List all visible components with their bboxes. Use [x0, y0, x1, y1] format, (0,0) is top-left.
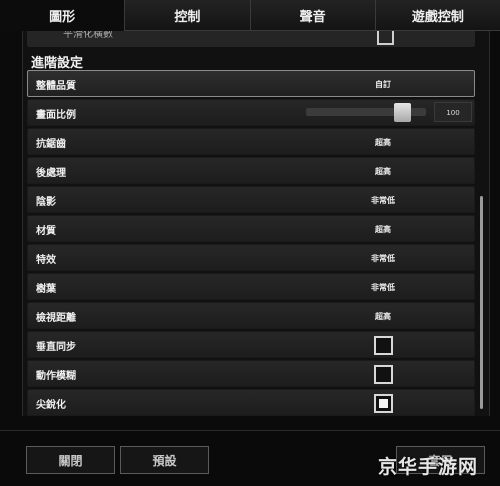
- tab-controls[interactable]: 控制: [125, 0, 251, 31]
- tab-sound[interactable]: 聲音: [250, 0, 376, 31]
- setting-row-vsync: 垂直同步: [27, 331, 475, 358]
- default-button[interactable]: 預設: [120, 446, 209, 474]
- settings-list: 整體品質 自訂 畫面比例 100 抗鋸齒 超高 後處理 超高 陰影 非常低 材質…: [27, 70, 475, 416]
- setting-label: 後處理: [36, 168, 66, 179]
- resolution-scale-slider-thumb[interactable]: [393, 103, 411, 122]
- section-title: 進階設定: [31, 56, 84, 71]
- setting-value[interactable]: 非常低: [328, 195, 438, 206]
- setting-row-sharpening: 尖銳化: [27, 389, 475, 416]
- setting-label: 整體品質: [36, 81, 76, 92]
- setting-row-anti-aliasing[interactable]: 抗鋸齒 超高: [27, 128, 475, 155]
- tab-graphics[interactable]: 圖形: [0, 0, 126, 31]
- setting-label: 檢視距離: [36, 313, 76, 324]
- setting-value[interactable]: 超高: [328, 311, 438, 322]
- setting-row-resolution-scale: 畫面比例 100: [27, 99, 475, 126]
- setting-row-post-processing[interactable]: 後處理 超高: [27, 157, 475, 184]
- setting-label: 材質: [36, 226, 56, 237]
- graphics-settings-panel: 平滑化橫數 進階設定 整體品質 自訂 畫面比例 100 抗鋸齒 超高 後處理 超…: [22, 31, 490, 416]
- setting-label: 垂直同步: [36, 342, 76, 353]
- setting-label: 畫面比例: [36, 110, 76, 121]
- setting-value[interactable]: 非常低: [328, 253, 438, 264]
- setting-label: 陰影: [36, 197, 56, 208]
- settings-scrollbar[interactable]: [480, 196, 483, 409]
- setting-label: 尖銳化: [36, 400, 66, 411]
- close-button[interactable]: 關閉: [26, 446, 115, 474]
- setting-row-textures[interactable]: 材質 超高: [27, 215, 475, 242]
- setting-label: 動作模糊: [36, 371, 76, 382]
- clipped-setting-row: 平滑化橫數: [27, 31, 475, 47]
- setting-row-motion-blur: 動作模糊: [27, 360, 475, 387]
- setting-value[interactable]: 超高: [328, 224, 438, 235]
- setting-row-overall-quality[interactable]: 整體品質 自訂: [27, 70, 475, 97]
- sharpening-checkbox[interactable]: [374, 394, 393, 413]
- setting-row-shadows[interactable]: 陰影 非常低: [27, 186, 475, 213]
- vsync-checkbox[interactable]: [374, 336, 393, 355]
- setting-row-effects[interactable]: 特效 非常低: [27, 244, 475, 271]
- setting-label: 樹葉: [36, 284, 56, 295]
- motion-blur-checkbox[interactable]: [374, 365, 393, 384]
- setting-value[interactable]: 自訂: [328, 79, 438, 90]
- settings-tabs: 圖形 控制 聲音 遊戲控制: [0, 0, 500, 31]
- setting-row-view-distance[interactable]: 檢視距離 超高: [27, 302, 475, 329]
- watermark-text: 京华手游网: [378, 456, 479, 478]
- clipped-setting-label: 平滑化橫數: [63, 31, 113, 40]
- tab-game-controls[interactable]: 遊戲控制: [375, 0, 500, 31]
- setting-row-foliage[interactable]: 樹葉 非常低: [27, 273, 475, 300]
- setting-label: 抗鋸齒: [36, 139, 66, 150]
- setting-value[interactable]: 超高: [328, 137, 438, 148]
- setting-label: 特效: [36, 255, 56, 266]
- clipped-setting-checkbox[interactable]: [377, 31, 394, 45]
- resolution-scale-value[interactable]: 100: [434, 102, 472, 122]
- setting-value[interactable]: 非常低: [328, 282, 438, 293]
- setting-value[interactable]: 超高: [328, 166, 438, 177]
